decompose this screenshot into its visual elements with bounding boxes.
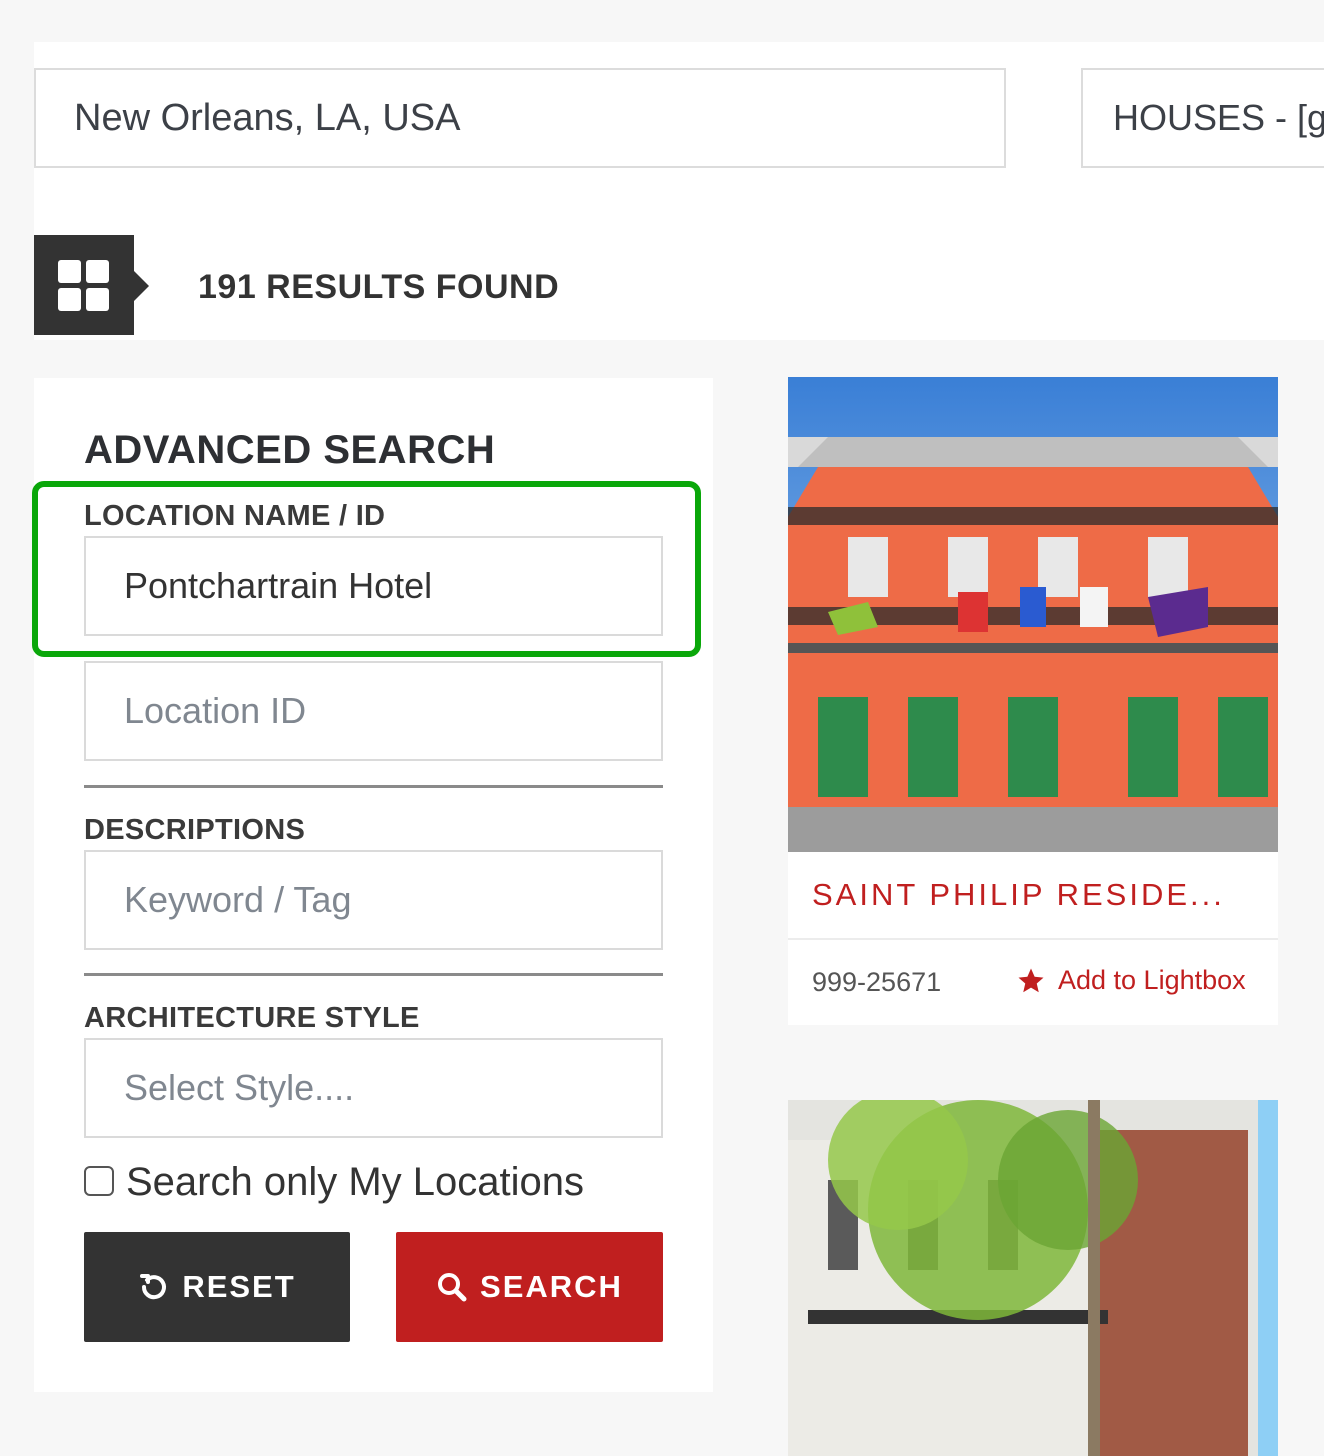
grid-view-toggle[interactable] [34,235,134,335]
panel-title: ADVANCED SEARCH [84,428,496,472]
architecture-style-label: ARCHITECTURE STYLE [84,1002,420,1034]
architecture-style-select[interactable]: Select Style.... [84,1038,663,1138]
search-icon [438,1273,467,1302]
card-title[interactable]: SAINT PHILIP RESIDE... [812,877,1225,913]
card-location-id: 999-25671 [812,967,942,997]
descriptions-label: DESCRIPTIONS [84,814,306,846]
keyword-input[interactable]: Keyword / Tag [84,850,663,950]
location-photo[interactable] [788,377,1278,852]
search-button[interactable]: SEARCH [396,1232,663,1342]
reset-button[interactable]: RESET [84,1232,350,1342]
star-icon [1018,968,1044,992]
card-divider [788,938,1278,940]
my-locations-checkbox[interactable] [84,1166,114,1196]
lightbox-label: Add to Lightbox [1058,965,1246,995]
divider [84,785,663,788]
grid-view-icon [58,260,110,312]
add-to-lightbox-link[interactable]: Add to Lightbox [1016,965,1246,996]
result-card[interactable]: SAINT PHILIP RESIDE... 999-25671 Add to … [788,377,1278,1025]
location-name-input[interactable]: Pontchartrain Hotel [84,536,663,636]
result-card[interactable] [788,1100,1278,1456]
search-label: SEARCH [480,1269,623,1304]
reset-icon [140,1274,167,1300]
results-count: 191 RESULTS FOUND [198,268,560,306]
location-search-input[interactable]: New Orleans, LA, USA [34,68,1006,168]
divider [84,973,663,976]
location-id-input[interactable]: Location ID [84,661,663,761]
reset-label: RESET [182,1269,296,1304]
toggle-arrow [133,270,149,302]
category-select[interactable]: HOUSES - [g [1081,68,1324,168]
location-photo[interactable] [788,1100,1278,1456]
location-name-label: LOCATION NAME / ID [84,500,386,532]
my-locations-label[interactable]: Search only My Locations [126,1160,584,1205]
